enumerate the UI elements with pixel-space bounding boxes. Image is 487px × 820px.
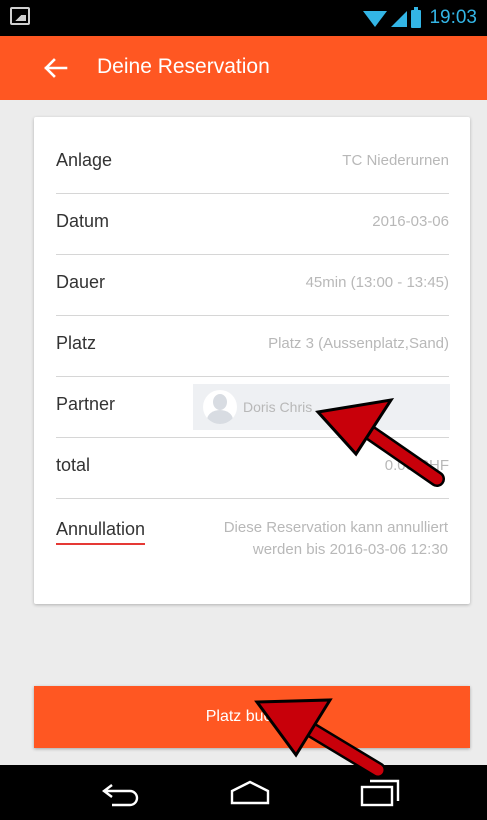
page-title: Deine Reservation <box>97 55 270 78</box>
annulation-text-line: Diese Reservation kann annulliert <box>223 519 448 536</box>
row-label: Dauer <box>56 272 106 292</box>
status-bar: 19:03 <box>0 0 487 36</box>
signal-icon <box>391 11 408 27</box>
home-nav-icon[interactable] <box>228 777 272 809</box>
partner-name: Doris Chris <box>243 399 313 415</box>
wifi-icon <box>363 11 388 27</box>
avatar <box>203 390 237 424</box>
recents-nav-icon[interactable] <box>358 777 402 809</box>
row-anlage: Anlage TC Niederurnen <box>56 133 449 194</box>
partner-chip[interactable]: Doris Chris <box>193 384 450 430</box>
row-value: 0.00 CHF <box>384 457 449 474</box>
row-label: total <box>56 455 91 475</box>
row-label: Platz <box>56 333 97 353</box>
annulation-text: Diese Reservation kann annulliert werden… <box>168 517 448 561</box>
app-bar: Deine Reservation <box>0 36 487 100</box>
row-partner: Partner Doris Chris <box>56 377 450 438</box>
row-label: Partner <box>56 394 116 414</box>
battery-icon <box>411 7 422 28</box>
row-label: Anlage <box>56 150 113 170</box>
row-platz: Platz Platz 3 (Aussenplatz,Sand) <box>56 316 449 377</box>
book-court-button[interactable]: Platz buchen <box>34 686 470 748</box>
annulation-label: Annullation <box>56 519 146 545</box>
navigation-bar <box>0 765 487 820</box>
reservation-card: Anlage TC Niederurnen Datum 2016-03-06 D… <box>34 117 470 604</box>
row-value: Platz 3 (Aussenplatz,Sand) <box>268 335 449 352</box>
row-dauer: Dauer 45min (13:00 - 13:45) <box>56 255 449 316</box>
status-icons: 19:03 <box>363 6 477 30</box>
row-label: Datum <box>56 211 110 231</box>
row-value: TC Niederurnen <box>342 152 449 169</box>
arrow-left-icon[interactable] <box>38 50 74 86</box>
annulation-text-line: werden bis 2016-03-06 12:30 <box>252 541 448 558</box>
row-value: 45min (13:00 - 13:45) <box>305 274 449 291</box>
row-datum: Datum 2016-03-06 <box>56 194 449 255</box>
row-value: 2016-03-06 <box>372 213 449 230</box>
image-notification-icon <box>10 7 30 25</box>
back-nav-icon[interactable] <box>98 777 142 809</box>
row-total: total 0.00 CHF <box>56 438 449 499</box>
status-time: 19:03 <box>429 7 477 28</box>
